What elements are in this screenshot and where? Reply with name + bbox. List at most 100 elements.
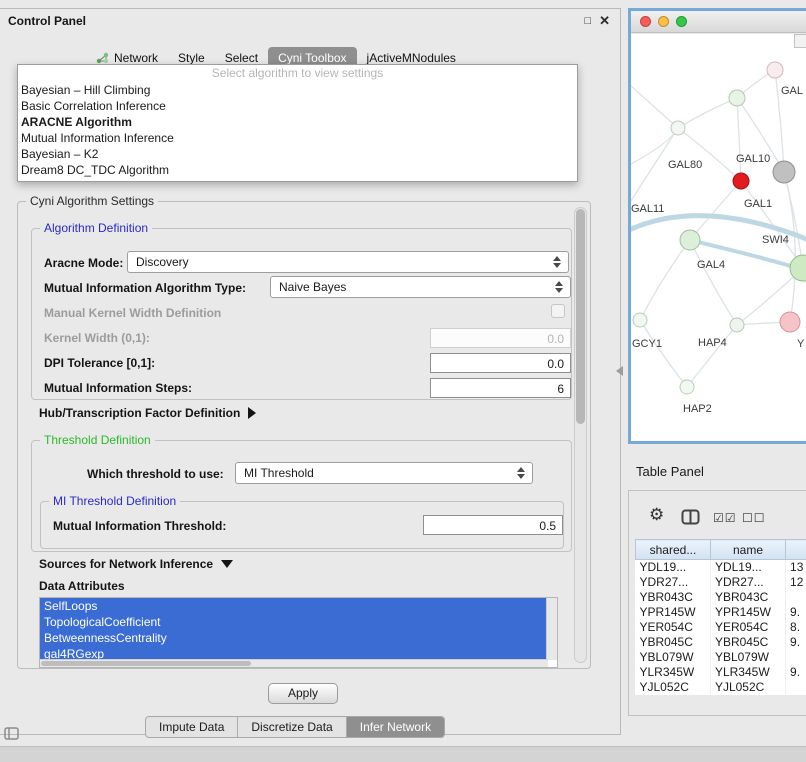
deselect-all-icon[interactable]: ☐☐ <box>742 511 766 525</box>
data-attributes-list: SelfLoops TopologicalCoefficient Between… <box>39 597 558 668</box>
aracne-mode-select[interactable]: Discovery <box>127 251 569 273</box>
dropdown-item[interactable]: Bayesian – K2 <box>18 146 577 162</box>
node-label: HAP4 <box>698 337 727 349</box>
node-label: GAL10 <box>736 153 770 165</box>
algorithm-definition-group: Algorithm Definition Aracne Mode: Discov… <box>31 228 572 400</box>
control-panel-titlebar: Control Panel □ ✕ <box>0 9 620 33</box>
mi-algorithm-type-select[interactable]: Naive Bayes <box>270 276 571 298</box>
tab-impute-data[interactable]: Impute Data <box>146 717 238 737</box>
table-cell: YBL079W <box>710 650 785 665</box>
minimize-button[interactable] <box>658 16 669 27</box>
table-cell: YBR045C <box>710 635 785 650</box>
node-label: GAL80 <box>668 159 702 171</box>
show-panel-icon[interactable] <box>4 727 19 740</box>
table-cell: YJL052C <box>710 680 785 695</box>
close-button[interactable] <box>640 16 651 27</box>
scrollbar-thumb[interactable] <box>41 661 251 666</box>
dropdown-item[interactable]: Dream8 DC_TDC Algorithm <box>18 162 577 178</box>
which-threshold-select[interactable]: MI Threshold <box>235 462 533 484</box>
apply-button[interactable]: Apply <box>268 683 338 704</box>
network-node[interactable] <box>680 230 700 250</box>
zoom-button[interactable] <box>676 16 687 27</box>
table-cell: 9. <box>786 665 806 680</box>
select-all-icon[interactable]: ☑☑ <box>713 511 737 525</box>
threshold-definition-title: Threshold Definition <box>40 433 155 447</box>
status-bar <box>0 746 806 762</box>
kernel-width-field: 0.0 <box>430 328 571 348</box>
dpi-tolerance-field[interactable]: 0.0 <box>430 353 571 373</box>
table-row[interactable]: YBR045C YBR045C 9. <box>636 635 806 650</box>
algorithm-dropdown-popup: Select algorithm to view settings Bayesi… <box>17 64 578 182</box>
tab-infer-network[interactable]: Infer Network <box>347 717 444 737</box>
table-cell: YPR145W <box>710 605 785 620</box>
which-threshold-label: Which threshold to use: <box>87 467 224 481</box>
network-node[interactable] <box>767 62 783 78</box>
dropdown-placeholder: Select algorithm to view settings <box>18 65 577 82</box>
hub-definition-section-header[interactable]: Hub/Transcription Factor Definition <box>39 406 256 420</box>
attribute-item[interactable]: SelfLoops <box>40 598 547 614</box>
table-row[interactable]: YDL19... YDL19... 13 <box>636 560 806 575</box>
kernel-width-label: Kernel Width (0,1): <box>44 331 150 345</box>
manual-kernel-checkbox <box>551 304 565 318</box>
column-visibility-icon[interactable] <box>681 509 700 525</box>
collapse-panel-arrow[interactable] <box>616 366 623 376</box>
dropdown-item-selected[interactable]: ARACNE Algorithm <box>18 114 577 130</box>
network-node[interactable] <box>671 121 685 135</box>
column-header[interactable]: name <box>710 540 785 560</box>
table-header-row: shared... name <box>636 540 806 560</box>
float-window-icon[interactable]: □ <box>584 15 591 27</box>
attribute-item[interactable]: TopologicalCoefficient <box>40 614 547 630</box>
table-cell: YDR27... <box>636 575 711 590</box>
mi-threshold-field[interactable]: 0.5 <box>423 515 563 535</box>
attribute-item[interactable]: BetweennessCentrality <box>40 630 547 646</box>
network-node[interactable] <box>730 318 744 332</box>
scrollbar-thumb[interactable] <box>576 209 585 424</box>
table-cell: YER054C <box>710 620 785 635</box>
table-row[interactable]: YLR345W YLR345W 9. <box>636 665 806 680</box>
settings-vertical-scrollbar[interactable] <box>574 207 587 663</box>
sources-section-header[interactable]: Sources for Network Inference <box>39 557 233 571</box>
table-cell: YDL19... <box>636 560 711 575</box>
node-label: GCY1 <box>632 338 662 350</box>
data-attributes-label: Data Attributes <box>39 579 125 593</box>
algorithm-definition-title: Algorithm Definition <box>40 221 152 235</box>
network-graph: GAL80 GAL10 GAL11 GAL1 SWI4 GAL4 GCY1 HA… <box>631 34 806 441</box>
network-node[interactable] <box>680 380 694 394</box>
aracne-mode-value: Discovery <box>136 255 189 269</box>
dropdown-item[interactable]: Bayesian – Hill Climbing <box>18 82 577 98</box>
table-row[interactable]: YJL052C YJL052C <box>636 680 806 695</box>
mi-threshold-definition-title: MI Threshold Definition <box>49 494 180 508</box>
network-node[interactable] <box>633 313 647 327</box>
cyni-algorithm-settings-group: Cyni Algorithm Settings Algorithm Defini… <box>17 201 591 669</box>
column-header[interactable] <box>786 540 806 560</box>
network-node[interactable] <box>733 173 749 189</box>
dropdown-item[interactable]: Mutual Information Inference <box>18 130 577 146</box>
network-node[interactable] <box>780 312 800 332</box>
table-row[interactable]: YPR145W YPR145W 9. <box>636 605 806 620</box>
tab-discretize-data[interactable]: Discretize Data <box>238 717 346 737</box>
node-label: GAL1 <box>744 198 772 210</box>
close-window-icon[interactable]: ✕ <box>599 13 610 29</box>
gear-icon[interactable]: ⚙ <box>649 505 664 525</box>
table-row[interactable]: YBL079W YBL079W <box>636 650 806 665</box>
network-node[interactable] <box>773 161 795 183</box>
table-row[interactable]: YDR27... YDR27... 12 <box>636 575 806 590</box>
dpi-tolerance-label: DPI Tolerance [0,1]: <box>44 356 155 370</box>
table-row[interactable]: YBR043C YBR043C <box>636 590 806 605</box>
table-cell: YPR145W <box>636 605 711 620</box>
table-cell: YER054C <box>636 620 711 635</box>
table-row[interactable]: YER054C YER054C 8. <box>636 620 806 635</box>
network-canvas[interactable]: GAL80 GAL10 GAL11 GAL1 SWI4 GAL4 GCY1 HA… <box>631 34 806 441</box>
table-cell: YBL079W <box>636 650 711 665</box>
node-label: GAL11 <box>631 203 664 215</box>
column-header[interactable]: shared... <box>636 540 711 560</box>
dropdown-item[interactable]: Basic Correlation Inference <box>18 98 577 114</box>
list-horizontal-scrollbar[interactable] <box>40 659 548 667</box>
node-label: GAL <box>781 85 803 97</box>
mi-steps-field[interactable]: 6 <box>430 378 571 398</box>
combo-arrows-icon <box>555 281 563 293</box>
list-vertical-scrollbar[interactable] <box>546 598 557 660</box>
network-node[interactable] <box>729 90 745 106</box>
table-cell <box>786 590 806 605</box>
node-label: Y <box>797 338 805 350</box>
